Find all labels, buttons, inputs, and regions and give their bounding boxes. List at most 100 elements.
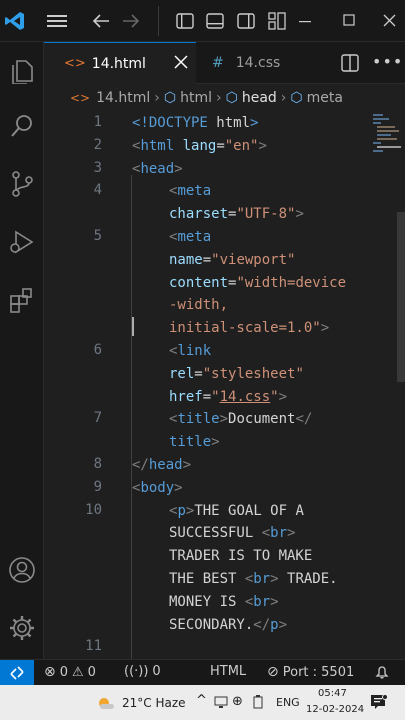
tab-14-html[interactable]: <> 14.html	[44, 42, 196, 84]
tab-label: 14.css	[235, 55, 281, 71]
code-token: >	[295, 206, 304, 223]
title-bar	[0, 0, 405, 42]
code-line: title>	[169, 431, 220, 454]
forward-arrow-icon[interactable]	[118, 8, 144, 34]
code-line: <!DOCTYPE html>	[132, 112, 258, 135]
code-token: >	[270, 593, 279, 610]
code-line: <head>	[132, 158, 183, 181]
status-bar: ⊗ 0 ⚠ 0 ((·)) 0 HTML ⊘ Port : 5501	[0, 659, 405, 686]
code-token: html	[216, 115, 251, 131]
clock-date[interactable]: 12-02-2024	[306, 704, 364, 715]
code-token: link	[177, 343, 212, 359]
code-token: >	[278, 388, 288, 405]
close-tab-icon[interactable]	[174, 55, 188, 73]
code-token: TRADER IS TO MAKE	[169, 548, 313, 565]
menu-icon[interactable]	[44, 8, 70, 34]
html-file-icon: <>	[70, 91, 91, 105]
source-control-icon[interactable]	[4, 166, 40, 202]
code-token: head	[148, 457, 183, 473]
minimize-icon[interactable]	[293, 8, 319, 34]
warning-icon: ⚠	[72, 664, 84, 680]
code-token: =	[194, 365, 203, 382]
code-line: content="width=device	[169, 272, 346, 295]
language-indicator[interactable]: ENG	[276, 696, 300, 709]
close-window-icon[interactable]	[377, 8, 403, 34]
toggle-sidebar-icon[interactable]	[172, 8, 198, 34]
code-token: =	[216, 137, 225, 154]
weather-text[interactable]: 21°C Haze	[122, 696, 186, 710]
line-number: 1	[93, 114, 102, 130]
breadcrumb-head[interactable]: head	[242, 90, 277, 106]
breadcrumb-html[interactable]: html	[180, 90, 212, 106]
minimap[interactable]	[369, 112, 405, 212]
code-token: br	[253, 571, 271, 587]
code-token: p	[177, 502, 186, 519]
account-icon[interactable]	[4, 552, 40, 588]
line-number: 10	[85, 501, 102, 518]
network-icon[interactable]	[214, 695, 228, 709]
live-server-port[interactable]: ⊘ Port : 5501	[267, 664, 354, 680]
warning-count: 0	[87, 664, 96, 680]
line-number: 2	[93, 136, 102, 153]
code-line: TRADER IS TO MAKE	[169, 545, 312, 568]
line-number: 5	[93, 228, 102, 244]
code-token: "viewport"	[211, 251, 296, 268]
ports-indicator[interactable]: ((·)) 0	[124, 664, 161, 679]
code-line: <body>	[132, 477, 183, 500]
search-icon[interactable]	[4, 108, 40, 144]
error-count: 0	[59, 664, 69, 680]
notification-center-icon[interactable]	[370, 694, 388, 710]
settings-gear-icon[interactable]	[4, 610, 40, 646]
code-token: br	[270, 525, 288, 542]
vscode-window: <> 14.html # 14.css ••• <> 14.html › ⬡ h…	[0, 0, 405, 720]
code-token: "stylesheet"	[202, 365, 304, 382]
code-token: charset	[169, 206, 229, 223]
split-editor-icon[interactable]	[341, 54, 359, 76]
code-token: title	[177, 411, 220, 428]
code-line: THE BEST <br> TRADE.	[169, 568, 338, 591]
more-actions-icon[interactable]: •••	[372, 52, 403, 71]
code-token: TRADE.	[278, 571, 338, 587]
code-token: "	[270, 388, 279, 405]
toggle-panel-icon[interactable]	[202, 8, 228, 34]
notifications-bell-icon[interactable]	[374, 664, 390, 680]
remote-indicator[interactable]	[0, 660, 34, 686]
code-line: SECONDARY.</p>	[169, 614, 287, 637]
problems-indicator[interactable]: ⊗ 0 ⚠ 0	[44, 664, 96, 680]
chevron-up-icon[interactable]: ^	[196, 693, 207, 708]
weather-icon	[96, 695, 116, 711]
broadcast-icon: ((·))	[124, 664, 149, 679]
css-file-icon: #	[212, 55, 224, 71]
line-number: 8	[93, 456, 102, 472]
breadcrumb-file[interactable]: 14.html	[96, 90, 150, 106]
code-token: Document	[228, 411, 296, 428]
cube-icon: ⬡	[225, 90, 238, 106]
code-token: initial-scale=1.0"	[169, 320, 321, 337]
vertical-scrollbar[interactable]	[397, 212, 405, 382]
code-token: head	[140, 160, 175, 177]
battery-icon[interactable]	[252, 695, 264, 709]
extensions-icon[interactable]	[4, 282, 40, 318]
clock-time[interactable]: 05:47	[318, 688, 347, 699]
toggle-secondary-sidebar-icon[interactable]	[233, 8, 259, 34]
code-token: href	[169, 388, 203, 405]
explorer-icon[interactable]	[4, 52, 40, 88]
code-editor[interactable]: 1 <!DOCTYPE html> 2 <html lang="en"> 3 <head>…	[44, 112, 405, 659]
code-token: <	[261, 525, 271, 542]
code-token: p	[270, 616, 279, 633]
run-debug-icon[interactable]	[4, 224, 40, 260]
breadcrumb-meta[interactable]: meta	[307, 90, 343, 106]
back-arrow-icon[interactable]	[88, 8, 114, 34]
code-token: >	[258, 137, 267, 154]
code-line: -width,	[169, 294, 228, 317]
line-number: 7	[93, 410, 102, 427]
globe-icon[interactable]: ⊕	[232, 694, 243, 709]
code-token: THE BEST	[169, 571, 245, 587]
code-token: >	[174, 479, 183, 496]
maximize-icon[interactable]	[337, 8, 363, 34]
customize-layout-icon[interactable]	[264, 8, 290, 34]
tab-14-css[interactable]: # 14.css	[196, 42, 326, 84]
port-label: Port : 5501	[282, 664, 355, 680]
html-file-icon: <>	[64, 56, 86, 71]
language-mode[interactable]: HTML	[210, 664, 246, 679]
